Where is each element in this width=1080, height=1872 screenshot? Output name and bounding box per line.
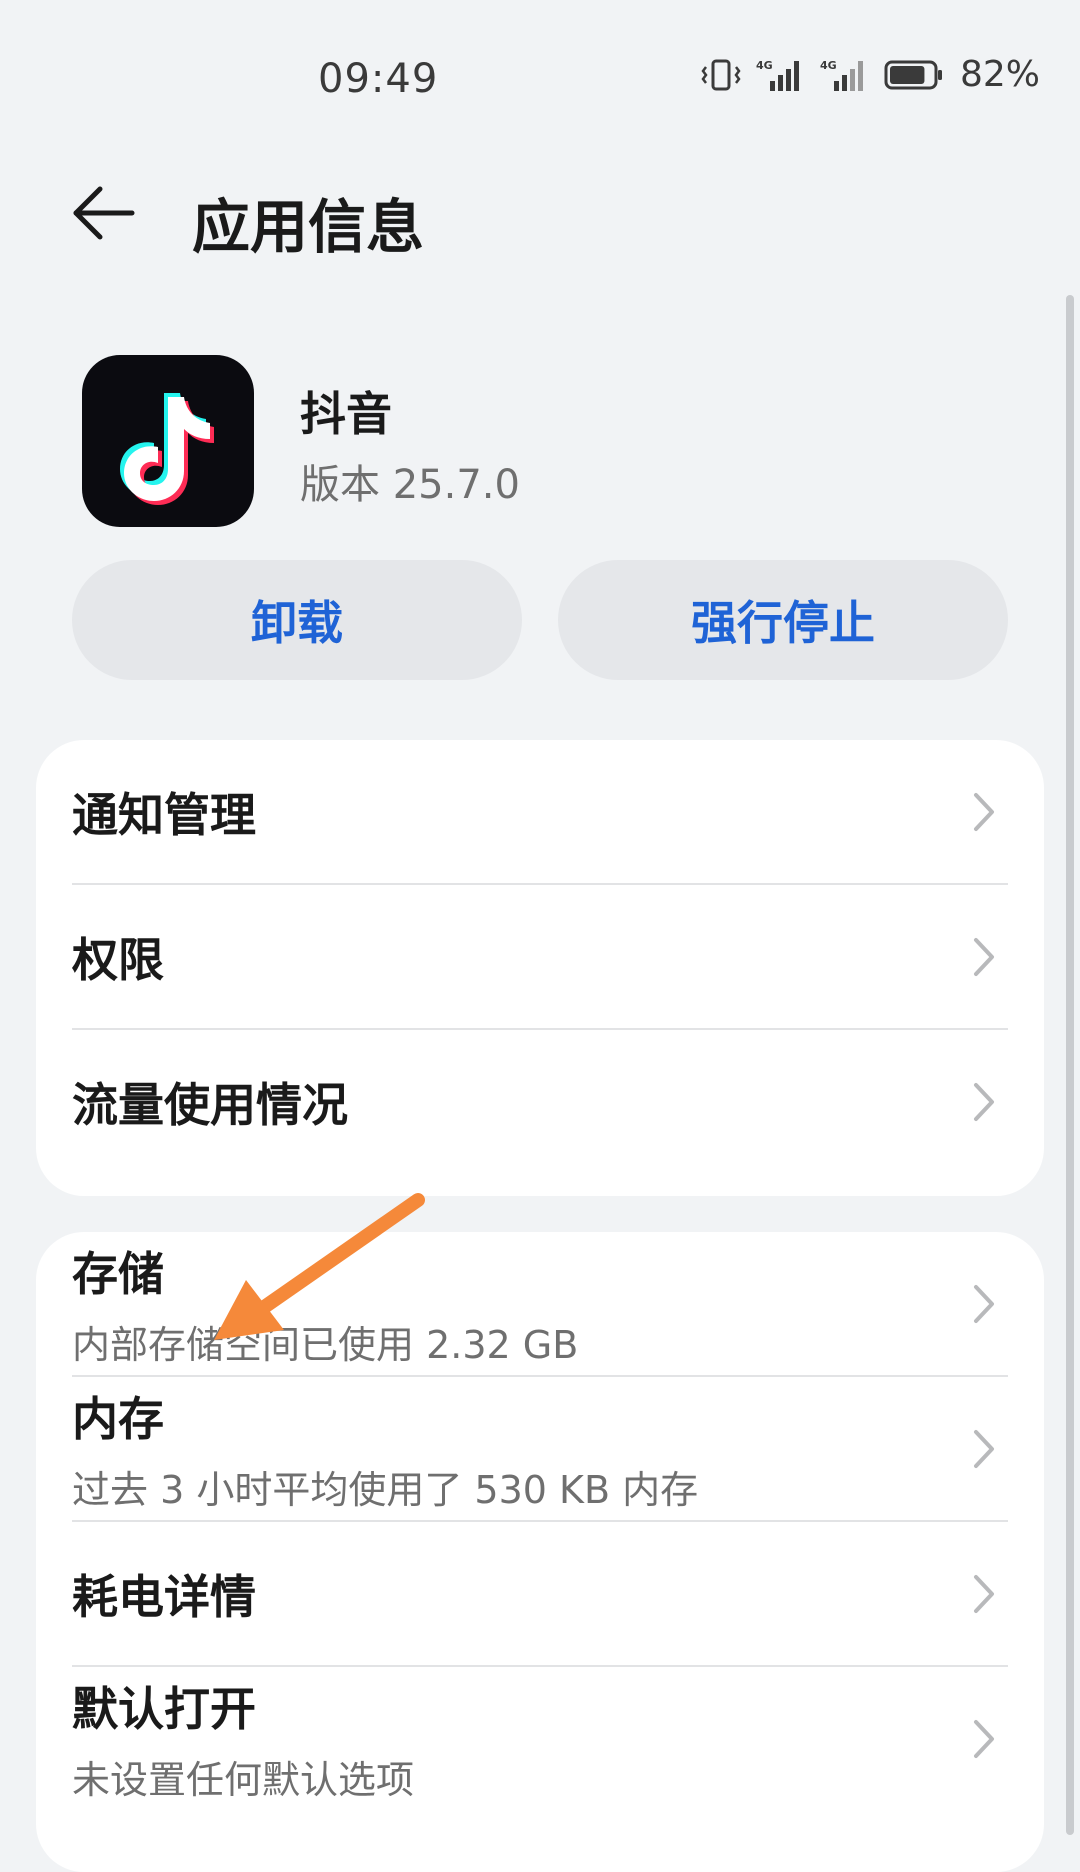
battery-icon [884, 59, 944, 91]
list-item-permissions[interactable]: 权限 [72, 885, 1008, 1030]
douyin-app-icon [82, 355, 254, 527]
chevron-right-icon [974, 792, 994, 831]
list-item-data-usage[interactable]: 流量使用情况 [72, 1030, 1008, 1173]
back-button[interactable] [70, 180, 150, 250]
chevron-right-icon [974, 1082, 994, 1121]
app-version: 版本 25.7.0 [300, 462, 520, 508]
status-time: 09:49 [318, 56, 439, 102]
svg-text:4G: 4G [756, 59, 773, 72]
list-item-detail: 内部存储空间已使用 2.32 GB [72, 1323, 579, 1367]
list-item-label: 通知管理 [72, 787, 256, 842]
svg-text:4G: 4G [820, 59, 837, 72]
status-icons: 4G 4G 82% [700, 54, 1040, 95]
page-title: 应用信息 [192, 193, 425, 261]
list-item-label: 存储 [72, 1247, 164, 1301]
chevron-right-icon [974, 1429, 994, 1468]
list-item-detail: 未设置任何默认选项 [72, 1758, 415, 1802]
signal-4g-icon-2: 4G [820, 57, 870, 93]
chevron-right-icon [974, 1284, 994, 1323]
list-item-label: 默认打开 [72, 1682, 256, 1736]
settings-card-primary: 通知管理 权限 流量使用情况 [36, 740, 1044, 1196]
list-item-label: 耗电详情 [72, 1569, 256, 1624]
title-bar: 应用信息 [0, 170, 1080, 261]
settings-card-secondary: 存储 内部存储空间已使用 2.32 GB 内存 过去 3 小时平均使用了 530… [36, 1232, 1044, 1872]
battery-percent: 82% [959, 54, 1040, 95]
list-item-label: 内存 [72, 1392, 164, 1446]
list-item-label: 权限 [72, 932, 164, 987]
uninstall-button[interactable]: 卸载 [72, 560, 522, 680]
list-item-battery-details[interactable]: 耗电详情 [72, 1522, 1008, 1667]
chevron-right-icon [974, 1574, 994, 1613]
back-arrow-icon [70, 183, 136, 247]
signal-4g-icon-1: 4G [756, 57, 806, 93]
app-name: 抖音 [300, 387, 392, 441]
list-item-detail: 过去 3 小时平均使用了 530 KB 内存 [72, 1468, 699, 1512]
list-item-notifications[interactable]: 通知管理 [72, 740, 1008, 885]
list-item-open-by-default[interactable]: 默认打开 未设置任何默认选项 [72, 1667, 1008, 1810]
list-item-memory[interactable]: 内存 过去 3 小时平均使用了 530 KB 内存 [72, 1377, 1008, 1522]
scrollbar[interactable] [1066, 295, 1074, 1835]
list-item-storage[interactable]: 存储 内部存储空间已使用 2.32 GB [72, 1232, 1008, 1377]
chevron-right-icon [974, 937, 994, 976]
status-bar: 09:49 4G 4G 82% [0, 0, 1080, 160]
list-item-label: 流量使用情况 [72, 1077, 348, 1132]
vibrate-icon [700, 57, 742, 93]
chevron-right-icon [974, 1719, 994, 1758]
force-stop-button[interactable]: 强行停止 [558, 560, 1008, 680]
